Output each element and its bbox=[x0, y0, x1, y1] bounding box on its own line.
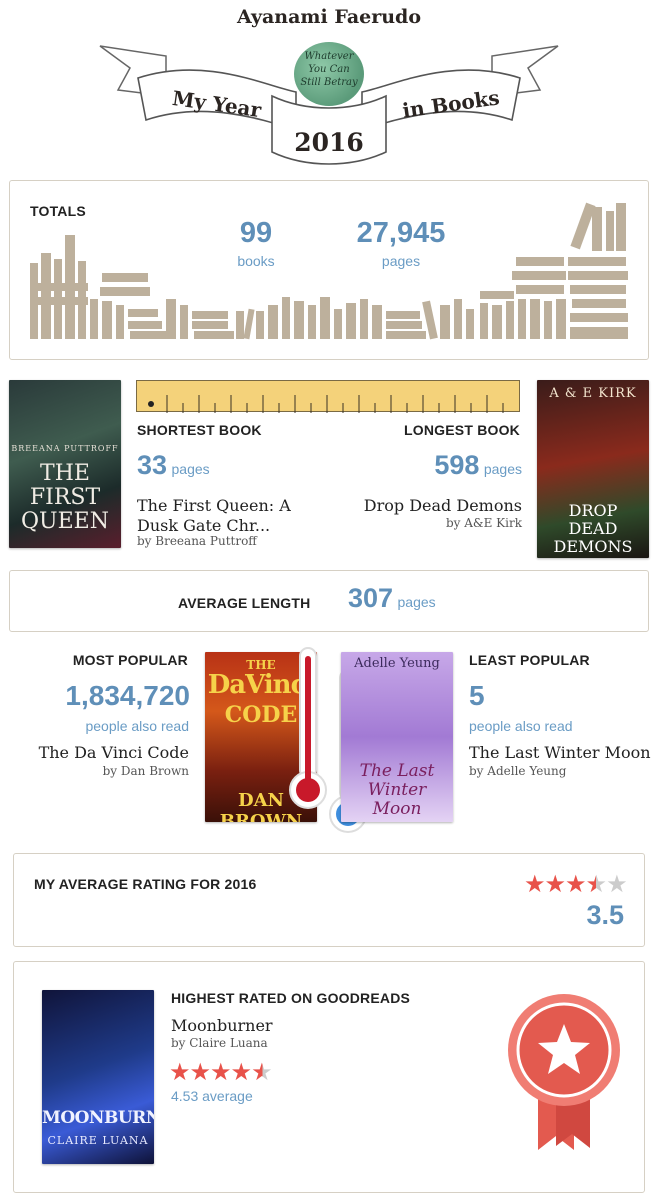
shortest-pages-unit: pages bbox=[171, 461, 210, 477]
most-popular-count: 1,834,720 bbox=[65, 680, 190, 711]
highest-label: HIGHEST RATED ON GOODREADS bbox=[171, 990, 411, 1006]
half-star-icon: ★ bbox=[251, 1059, 272, 1086]
least-popular-caption: people also read bbox=[469, 718, 573, 734]
user-name[interactable]: Ayanami Faerudo bbox=[0, 6, 658, 28]
least-popular-label: LEAST POPULAR bbox=[469, 652, 590, 668]
length-ruler bbox=[136, 380, 520, 413]
average-value-unit: pages bbox=[397, 594, 436, 610]
moonburner-cover-title: MOONBURNER bbox=[42, 1108, 154, 1128]
average-value: 307 pages bbox=[348, 583, 436, 614]
least-cover-title: The Last Winter Moon bbox=[359, 761, 435, 819]
highest-cover[interactable]: MOONBURNER CLAIRE LUANA bbox=[42, 990, 154, 1164]
shortest-pages-value: 33 bbox=[137, 450, 168, 480]
half-star-icon: ★ bbox=[585, 871, 607, 898]
most-popular-author[interactable]: by Dan Brown bbox=[40, 764, 189, 778]
longest-label: LONGEST BOOK bbox=[404, 422, 520, 438]
star-icon: ★ bbox=[606, 871, 627, 898]
least-popular-title[interactable]: The Last Winter Moon bbox=[469, 743, 651, 762]
least-popular-author[interactable]: by Adelle Yeung bbox=[469, 764, 566, 778]
shortest-pages: 33 pages bbox=[137, 450, 210, 481]
moonburner-cover-author: CLAIRE LUANA bbox=[47, 1134, 149, 1147]
longest-pages-value: 598 bbox=[434, 450, 480, 480]
star-icon: ★ bbox=[524, 871, 545, 898]
avatar[interactable]: Whatever You Can Still Betray bbox=[294, 42, 364, 106]
star-icon: ★ bbox=[544, 871, 566, 898]
rating-card: MY AVERAGE RATING FOR 2016 ★★★★★ 3.5 bbox=[13, 853, 645, 947]
most-popular-label: MOST POPULAR bbox=[72, 652, 188, 668]
average-card: AVERAGE LENGTH 307 pages bbox=[9, 570, 649, 632]
longest-pages: 598 pages bbox=[380, 450, 522, 481]
most-popular-caption: people also read bbox=[85, 718, 189, 734]
most-popular-title[interactable]: The Da Vinci Code bbox=[20, 743, 189, 762]
award-ribbon-icon bbox=[508, 994, 620, 1150]
highest-title[interactable]: Moonburner bbox=[171, 1016, 273, 1035]
bookshelf-graphic bbox=[30, 202, 628, 340]
highest-average: 4.53 average bbox=[171, 1088, 253, 1104]
star-icon: ★ bbox=[210, 1059, 231, 1086]
star-icon: ★ bbox=[230, 1059, 252, 1086]
longest-cover[interactable]: A & E KIRK DROP DEAD DEMONS bbox=[537, 380, 649, 558]
avatar-text: Whatever You Can Still Betray bbox=[300, 51, 358, 88]
highest-card: MOONBURNER CLAIRE LUANA HIGHEST RATED ON… bbox=[13, 961, 645, 1193]
shortest-cover[interactable]: BREEANA PUTTROFF THE FIRST QUEEN bbox=[9, 380, 121, 548]
least-popular-cover[interactable]: Adelle Yeung The Last Winter Moon bbox=[341, 652, 453, 822]
shortest-cover-author: BREEANA PUTTROFF bbox=[11, 444, 119, 453]
shortest-label: SHORTEST BOOK bbox=[137, 422, 262, 438]
shortest-cover-title: THE FIRST QUEEN bbox=[21, 461, 109, 534]
header: Ayanami Faerudo Whatever You Can Still B… bbox=[0, 0, 658, 172]
highest-stars: ★★★★★ bbox=[169, 1058, 273, 1087]
rating-label: MY AVERAGE RATING FOR 2016 bbox=[34, 876, 257, 892]
longest-pages-unit: pages bbox=[483, 461, 522, 477]
highest-author[interactable]: by Claire Luana bbox=[171, 1036, 268, 1050]
least-popular-count: 5 bbox=[469, 680, 485, 711]
pages-unit: pages bbox=[381, 253, 421, 269]
ruler-ticks bbox=[148, 395, 504, 413]
longest-title[interactable]: Drop Dead Demons bbox=[340, 496, 522, 515]
longest-cover-title: DROP DEAD DEMONS bbox=[553, 501, 633, 556]
shortest-author[interactable]: by Breeana Puttroff bbox=[137, 534, 257, 548]
star-icon: ★ bbox=[189, 1059, 211, 1086]
shortest-title[interactable]: The First Queen: A Dusk Gate Chr... bbox=[137, 496, 307, 536]
star-icon: ★ bbox=[169, 1059, 190, 1086]
books-count: 99 bbox=[239, 217, 273, 249]
pages-count: 27,945 bbox=[356, 217, 446, 249]
rating-value: 3.5 bbox=[586, 900, 624, 930]
average-value-number: 307 bbox=[348, 583, 394, 613]
average-label: AVERAGE LENGTH bbox=[178, 595, 311, 611]
year: 2016 bbox=[294, 128, 364, 157]
least-cover-author: Adelle Yeung bbox=[354, 656, 440, 671]
star-icon: ★ bbox=[565, 871, 586, 898]
totals-card: TOTALS 99 books 27,945 pages bbox=[9, 180, 649, 360]
longest-author[interactable]: by A&E Kirk bbox=[380, 516, 522, 530]
longest-cover-author: A & E KIRK bbox=[549, 386, 637, 401]
books-unit: books bbox=[237, 253, 275, 269]
rating-stars: ★★★★★ bbox=[524, 870, 628, 899]
